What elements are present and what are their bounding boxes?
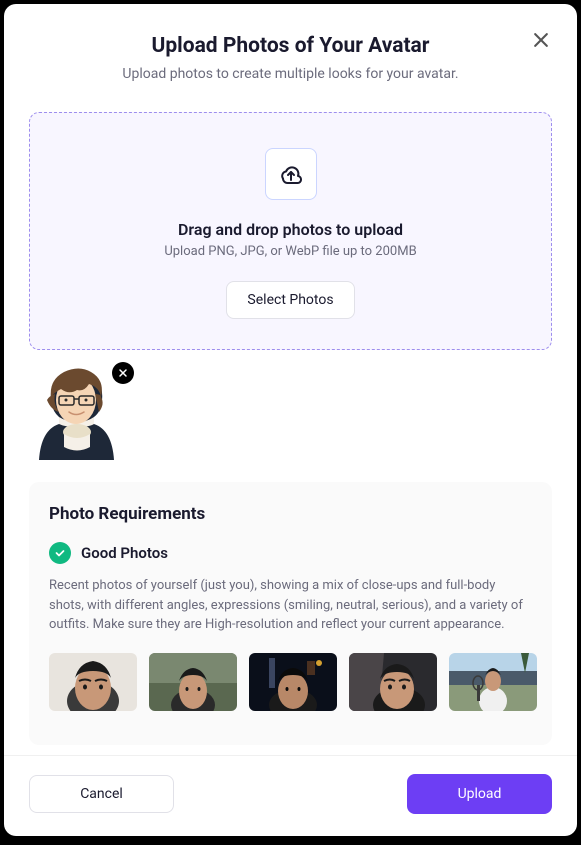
modal-title: Upload Photos of Your Avatar (29, 34, 552, 58)
modal-footer: Cancel Upload (4, 755, 577, 836)
remove-thumbnail-button[interactable] (112, 362, 134, 384)
sample-photos-row (49, 653, 532, 711)
good-photos-description: Recent photos of yourself (just you), sh… (49, 576, 532, 635)
dropzone-title: Drag and drop photos to upload (50, 220, 531, 239)
modal-header: Upload Photos of Your Avatar Upload phot… (4, 4, 577, 97)
dropzone-subtitle: Upload PNG, JPG, or WebP file up to 200M… (50, 244, 531, 259)
cancel-button[interactable]: Cancel (29, 775, 174, 813)
requirements-title: Photo Requirements (49, 504, 532, 524)
sample-photo (49, 653, 137, 711)
upload-button[interactable]: Upload (407, 774, 552, 814)
check-icon (54, 547, 66, 559)
uploaded-thumbnails (4, 350, 577, 472)
sample-photo (449, 653, 537, 711)
sample-photo (349, 653, 437, 711)
upload-icon-container (265, 148, 317, 200)
upload-dropzone[interactable]: Drag and drop photos to upload Upload PN… (29, 112, 552, 350)
x-icon (117, 367, 129, 379)
close-button[interactable] (529, 28, 553, 52)
uploaded-thumbnail (29, 362, 124, 462)
requirements-card: Photo Requirements Good Photos Recent ph… (29, 482, 552, 745)
check-badge (49, 542, 71, 564)
modal-subtitle: Upload photos to create multiple looks f… (29, 66, 552, 82)
good-photos-header: Good Photos (49, 542, 532, 564)
good-photos-label: Good Photos (81, 544, 168, 562)
close-icon (531, 30, 551, 50)
upload-modal: Upload Photos of Your Avatar Upload phot… (4, 4, 577, 836)
avatar-image (29, 362, 124, 462)
sample-photo (149, 653, 237, 711)
select-photos-button[interactable]: Select Photos (226, 281, 354, 319)
sample-photo (249, 653, 337, 711)
cloud-upload-icon (279, 162, 303, 186)
